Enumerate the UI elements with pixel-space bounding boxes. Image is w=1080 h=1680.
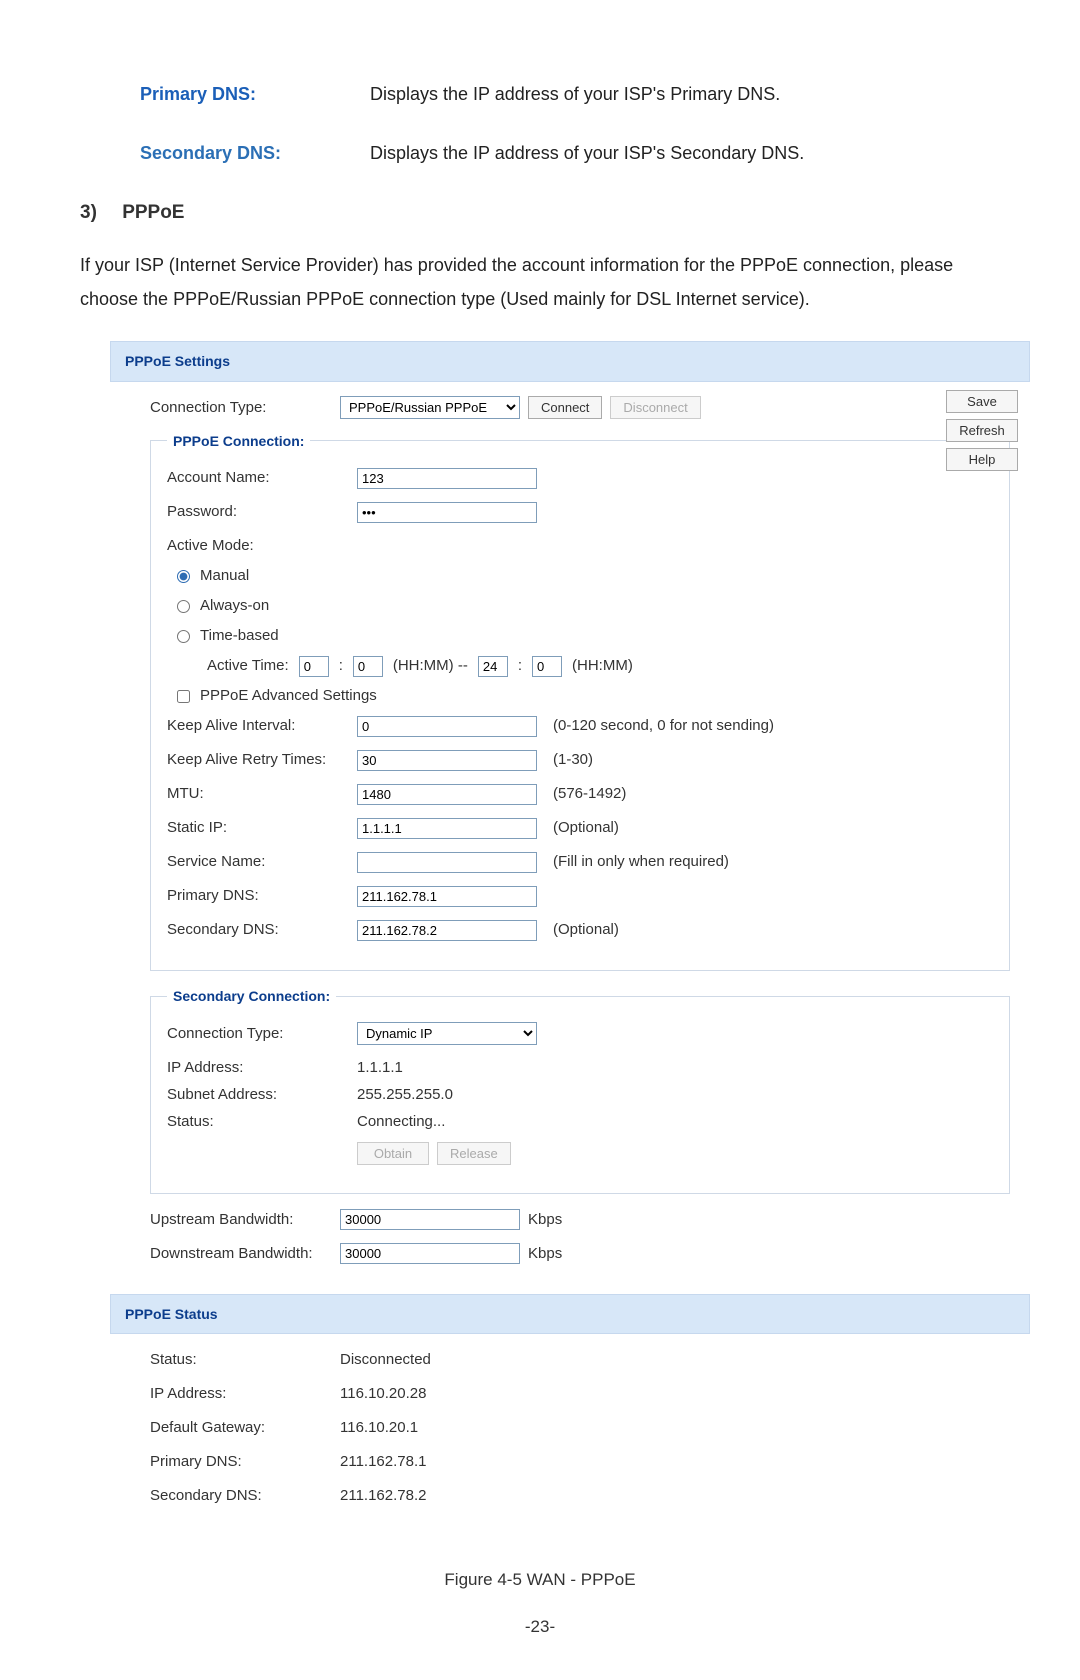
status-gateway-label: Default Gateway: (150, 1416, 340, 1440)
keep-alive-hint: (0-120 second, 0 for not sending) (553, 714, 774, 738)
active-mode-label: Active Mode: (167, 534, 357, 558)
status-sdns-value: 211.162.78.2 (340, 1484, 426, 1508)
sec-conn-type-select[interactable]: Dynamic IP (357, 1022, 537, 1045)
section-title: PPPoE (122, 202, 184, 223)
service-name-input[interactable] (357, 852, 537, 873)
advanced-settings-label: PPPoE Advanced Settings (200, 684, 377, 708)
save-button[interactable]: Save (946, 390, 1018, 413)
release-button[interactable]: Release (437, 1142, 511, 1165)
secondary-dns-hint: (Optional) (553, 918, 619, 942)
secondary-dns-input[interactable] (357, 920, 537, 941)
primary-dns-desc: Displays the IP address of your ISP's Pr… (370, 80, 1000, 109)
status-label: Status: (150, 1348, 340, 1372)
connection-type-row: Connection Type: PPPoE/Russian PPPoE Con… (150, 396, 1010, 420)
secondary-dns-label: Secondary DNS: (140, 139, 370, 168)
upstream-unit: Kbps (528, 1208, 562, 1232)
page-number: -23- (80, 1613, 1000, 1640)
active-time-start-hh[interactable] (299, 656, 329, 677)
service-name-label: Service Name: (167, 850, 357, 874)
active-time-end-mm[interactable] (532, 656, 562, 677)
refresh-button[interactable]: Refresh (946, 419, 1018, 442)
sec-status-value: Connecting... (357, 1110, 445, 1134)
service-name-hint: (Fill in only when required) (553, 850, 729, 874)
figure-caption: Figure 4-5 WAN - PPPoE (80, 1566, 1000, 1593)
mtu-hint: (576-1492) (553, 782, 626, 806)
primary-dns-description: Primary DNS: Displays the IP address of … (140, 80, 1000, 109)
connection-type-select[interactable]: PPPoE/Russian PPPoE (340, 396, 520, 419)
downstream-input[interactable] (340, 1243, 520, 1264)
keep-alive-label: Keep Alive Interval: (167, 714, 357, 738)
section-heading: 3) PPPoE (80, 198, 1000, 228)
connect-button[interactable]: Connect (528, 396, 602, 419)
sec-ip-label: IP Address: (167, 1056, 357, 1080)
secondary-dns-description: Secondary DNS: Displays the IP address o… (140, 139, 1000, 168)
retry-times-input[interactable] (357, 750, 537, 771)
account-name-input[interactable] (357, 468, 537, 489)
active-mode-manual-radio[interactable] (177, 570, 190, 583)
disconnect-button[interactable]: Disconnect (610, 396, 700, 419)
upstream-label: Upstream Bandwidth: (150, 1208, 340, 1232)
primary-dns-input[interactable] (357, 886, 537, 907)
sec-subnet-label: Subnet Address: (167, 1083, 357, 1107)
active-time-row: Active Time: : (HH:MM) -- : (HH:MM) (207, 654, 993, 678)
pppoe-settings-header: PPPoE Settings (110, 341, 1030, 381)
section-number: 3) (80, 202, 97, 223)
active-mode-time-radio[interactable] (177, 630, 190, 643)
pppoe-settings-panel: PPPoE Settings Save Refresh Help Connect… (110, 341, 1030, 1536)
help-button[interactable]: Help (946, 448, 1018, 471)
active-mode-manual-label: Manual (200, 564, 249, 588)
sec-conn-type-label: Connection Type: (167, 1022, 357, 1046)
pppoe-status-header: PPPoE Status (110, 1294, 1030, 1334)
keep-alive-input[interactable] (357, 716, 537, 737)
status-gateway-value: 116.10.20.1 (340, 1416, 418, 1440)
mtu-input[interactable] (357, 784, 537, 805)
pppoe-connection-group: PPPoE Connection: Account Name: Password… (150, 430, 1010, 971)
account-name-label: Account Name: (167, 466, 357, 490)
password-input[interactable] (357, 502, 537, 523)
status-ip-label: IP Address: (150, 1382, 340, 1406)
status-pdns-label: Primary DNS: (150, 1450, 340, 1474)
secondary-connection-group: Secondary Connection: Connection Type: D… (150, 985, 1010, 1193)
static-ip-label: Static IP: (167, 816, 357, 840)
primary-dns-input-label: Primary DNS: (167, 884, 357, 908)
connection-type-label: Connection Type: (150, 396, 340, 420)
active-mode-always-radio[interactable] (177, 600, 190, 613)
secondary-connection-legend: Secondary Connection: (167, 985, 336, 1007)
status-sdns-label: Secondary DNS: (150, 1484, 340, 1508)
password-label: Password: (167, 500, 357, 524)
secondary-dns-input-label: Secondary DNS: (167, 918, 357, 942)
sec-subnet-value: 255.255.255.0 (357, 1083, 453, 1107)
obtain-button[interactable]: Obtain (357, 1142, 429, 1165)
section-paragraph: If your ISP (Internet Service Provider) … (80, 248, 1000, 316)
retry-times-hint: (1-30) (553, 748, 593, 772)
status-ip-value: 116.10.20.28 (340, 1382, 426, 1406)
side-actions: Save Refresh Help (946, 390, 1018, 471)
active-time-start-mm[interactable] (353, 656, 383, 677)
downstream-unit: Kbps (528, 1242, 562, 1266)
sec-status-label: Status: (167, 1110, 357, 1134)
active-time-label: Active Time: (207, 654, 289, 678)
pppoe-connection-legend: PPPoE Connection: (167, 430, 310, 452)
static-ip-hint: (Optional) (553, 816, 619, 840)
active-mode-time-label: Time-based (200, 624, 279, 648)
secondary-dns-desc: Displays the IP address of your ISP's Se… (370, 139, 1000, 168)
mtu-label: MTU: (167, 782, 357, 806)
active-mode-always-label: Always-on (200, 594, 269, 618)
hhmm-sep2: (HH:MM) (572, 654, 633, 678)
advanced-settings-checkbox[interactable] (177, 690, 190, 703)
retry-times-label: Keep Alive Retry Times: (167, 748, 357, 772)
static-ip-input[interactable] (357, 818, 537, 839)
upstream-input[interactable] (340, 1209, 520, 1230)
hhmm-sep1: (HH:MM) -- (393, 654, 468, 678)
status-pdns-value: 211.162.78.1 (340, 1450, 426, 1474)
status-value: Disconnected (340, 1348, 431, 1372)
downstream-label: Downstream Bandwidth: (150, 1242, 340, 1266)
active-time-end-hh[interactable] (478, 656, 508, 677)
primary-dns-label: Primary DNS: (140, 80, 370, 109)
sec-ip-value: 1.1.1.1 (357, 1056, 403, 1080)
